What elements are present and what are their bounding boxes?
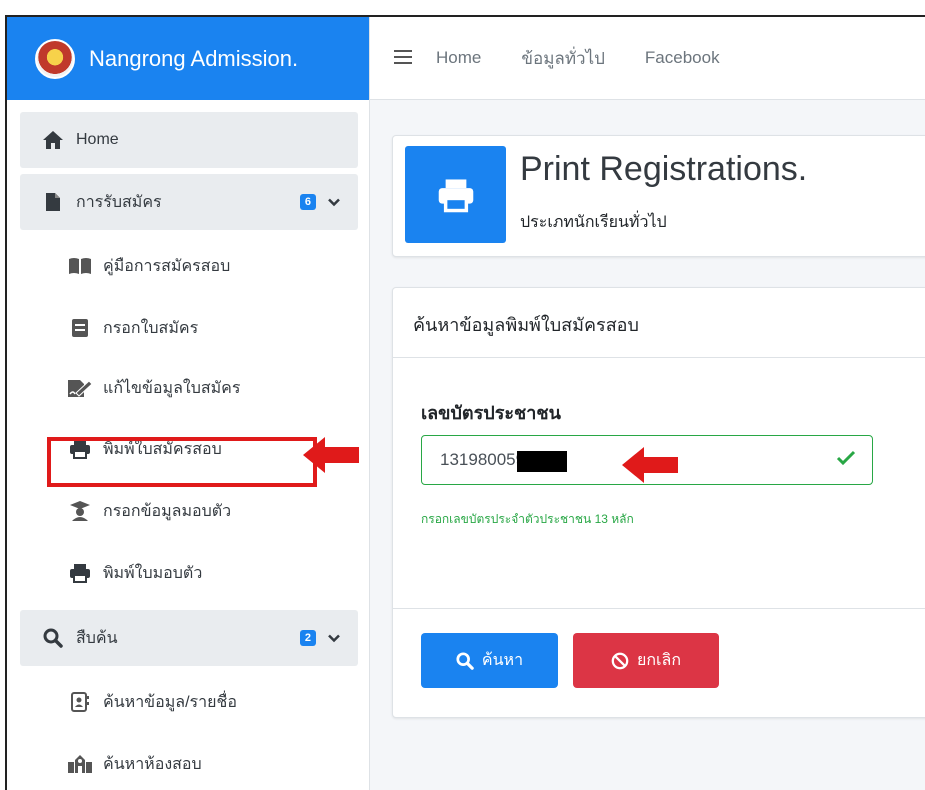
print-icon: [405, 146, 506, 243]
school-logo-icon: [35, 38, 75, 79]
home-icon: [40, 129, 66, 151]
search-icon: [456, 651, 474, 670]
chevron-down-icon: [328, 195, 340, 210]
sidebar-item-search-room[interactable]: ค้นหาห้องสอบ: [20, 740, 358, 788]
sidebar-item-manual[interactable]: คู่มือการสมัครสอบ: [20, 242, 358, 290]
annotation-arrow-input: [622, 447, 678, 483]
count-badge: 2: [299, 630, 316, 646]
sidebar-item-fill-form[interactable]: กรอกใบสมัคร: [20, 304, 358, 352]
sidebar: Nangrong Admission. Home การรับสมัคร 6 ค…: [7, 17, 370, 790]
count-badge: 6: [299, 194, 316, 210]
file-icon: [40, 191, 66, 213]
page-header-card: Print Registrations. ประเภทนักเรียนทั่วไ…: [392, 135, 925, 257]
id-number-label: เลขบัตรประชาชน: [421, 403, 561, 423]
sidebar-item-edit-form[interactable]: แก้ไขข้อมูลใบสมัคร: [20, 364, 358, 412]
sidebar-item-enrollment-info[interactable]: กรอกข้อมูลมอบตัว: [20, 487, 358, 535]
hamburger-menu-icon[interactable]: [394, 45, 412, 71]
card-footer-divider: [393, 608, 925, 609]
sidebar-item-label: กรอกข้อมูลมอบตัว: [103, 502, 232, 520]
brand-link[interactable]: Nangrong Admission.: [7, 17, 369, 100]
contact-card-icon: [67, 691, 93, 713]
chevron-down-icon: [328, 631, 340, 646]
brand-name: Nangrong Admission.: [89, 45, 299, 71]
redaction-bar: [517, 451, 567, 472]
page-subtitle: ประเภทนักเรียนทั่วไป: [520, 214, 667, 231]
sidebar-item-print-enrollment[interactable]: พิมพ์ใบมอบตัว: [20, 549, 358, 597]
sidebar-item-home[interactable]: Home: [20, 112, 358, 168]
sidebar-item-label: คู่มือการสมัครสอบ: [103, 257, 231, 275]
school-icon: [67, 753, 93, 775]
search-icon: [40, 627, 66, 649]
sidebar-item-search[interactable]: สืบค้น 2: [20, 610, 358, 666]
annotation-arrow-sidebar: [303, 437, 359, 473]
nav-link-general-info[interactable]: ข้อมูลทั่วไป: [521, 45, 605, 72]
search-button-label: ค้นหา: [481, 652, 524, 669]
sidebar-item-label: พิมพ์ใบมอบตัว: [103, 564, 203, 582]
signature-icon: [67, 377, 93, 399]
sidebar-item-label: ค้นหาข้อมูล/รายชื่อ: [103, 693, 237, 711]
print-icon: [67, 562, 93, 584]
cancel-button-label: ยกเลิก: [636, 652, 682, 669]
sidebar-item-label: ค้นหาห้องสอบ: [103, 755, 202, 773]
search-form-card: ค้นหาข้อมูลพิมพ์ใบสมัครสอบ เลขบัตรประชาช…: [392, 287, 925, 718]
book-icon: [67, 255, 93, 277]
cancel-button[interactable]: ยกเลิก: [573, 633, 719, 688]
sidebar-item-search-names[interactable]: ค้นหาข้อมูล/รายชื่อ: [20, 678, 358, 726]
top-navbar: Home ข้อมูลทั่วไป Facebook: [370, 17, 925, 100]
sidebar-item-label: การรับสมัคร: [76, 193, 162, 211]
graduate-icon: [67, 500, 93, 522]
search-button[interactable]: ค้นหา: [421, 633, 558, 688]
sidebar-item-label: กรอกใบสมัคร: [103, 319, 199, 337]
app-window: Nangrong Admission. Home การรับสมัคร 6 ค…: [5, 15, 925, 790]
ban-icon: [611, 652, 629, 669]
form-icon: [67, 317, 93, 339]
sidebar-item-label: สืบค้น: [76, 629, 118, 647]
card-title: ค้นหาข้อมูลพิมพ์ใบสมัครสอบ: [413, 315, 639, 335]
sidebar-item-registration[interactable]: การรับสมัคร 6: [20, 174, 358, 230]
sidebar-item-label: แก้ไขข้อมูลใบสมัคร: [103, 379, 241, 397]
help-text: กรอกเลขบัตรประจำตัวประชาชน 13 หลัก: [421, 512, 634, 526]
nav-link-home[interactable]: Home: [436, 48, 481, 68]
annotation-highlight-box: [47, 437, 317, 487]
page-title: Print Registrations.: [520, 150, 808, 188]
sidebar-item-label: Home: [76, 131, 119, 148]
card-header: ค้นหาข้อมูลพิมพ์ใบสมัครสอบ: [393, 288, 925, 358]
check-icon: [836, 446, 856, 472]
nav-link-facebook[interactable]: Facebook: [645, 48, 720, 68]
